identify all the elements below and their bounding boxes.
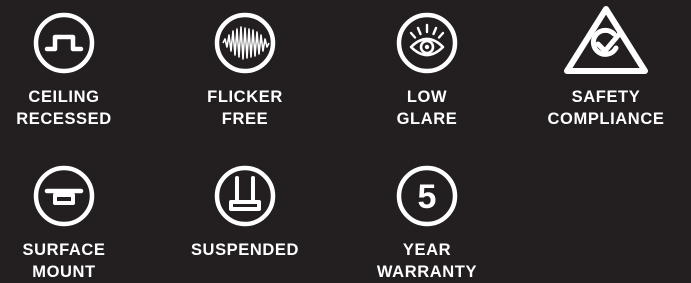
label-line-1: SURFACE bbox=[22, 241, 106, 259]
feature-five-year-warranty: 5 YEAR WARRANTY bbox=[365, 164, 489, 283]
flicker-free-icon bbox=[213, 11, 277, 75]
warranty-number: 5 bbox=[418, 178, 437, 216]
feature-label: FLICKER FREE bbox=[207, 86, 283, 130]
label-line-2: RECESSED bbox=[16, 110, 112, 128]
feature-ceiling-recessed: CEILING RECESSED bbox=[2, 11, 126, 130]
label-line-1: LOW bbox=[406, 88, 448, 106]
feature-surface-mount: SURFACE MOUNT bbox=[2, 164, 126, 283]
label-line-2: FREE bbox=[221, 110, 269, 128]
feature-label: LOW GLARE bbox=[397, 86, 458, 130]
feature-label: YEAR WARRANTY bbox=[377, 239, 477, 283]
label-line-2: MOUNT bbox=[32, 263, 96, 281]
label-line-1: SUSPENDED bbox=[190, 241, 300, 259]
feature-safety-compliance: SAFETY COMPLIANCE bbox=[529, 4, 683, 130]
feature-low-glare: LOW GLARE bbox=[365, 11, 489, 130]
label-line-2: WARRANTY bbox=[376, 263, 478, 281]
five-year-warranty-icon: 5 bbox=[395, 164, 459, 228]
feature-label: SURFACE MOUNT bbox=[22, 239, 105, 283]
label-line-1: CEILING bbox=[28, 88, 100, 106]
label-line-1: SAFETY bbox=[571, 88, 641, 106]
low-glare-eye-icon bbox=[395, 11, 459, 75]
feature-label: SUSPENDED bbox=[191, 239, 299, 261]
feature-label: SAFETY COMPLIANCE bbox=[548, 86, 665, 130]
label-line-2: GLARE bbox=[396, 110, 458, 128]
label-line-2: COMPLIANCE bbox=[547, 110, 665, 128]
safety-compliance-icon bbox=[561, 4, 651, 76]
feature-label: CEILING RECESSED bbox=[16, 86, 112, 130]
feature-suspended: SUSPENDED bbox=[183, 164, 307, 261]
suspended-icon bbox=[213, 164, 277, 228]
label-line-1: YEAR bbox=[402, 241, 452, 259]
surface-mount-icon bbox=[32, 164, 96, 228]
label-line-1: FLICKER bbox=[207, 88, 283, 106]
ceiling-recessed-icon bbox=[32, 11, 96, 75]
feature-flicker-free: FLICKER FREE bbox=[183, 11, 307, 130]
